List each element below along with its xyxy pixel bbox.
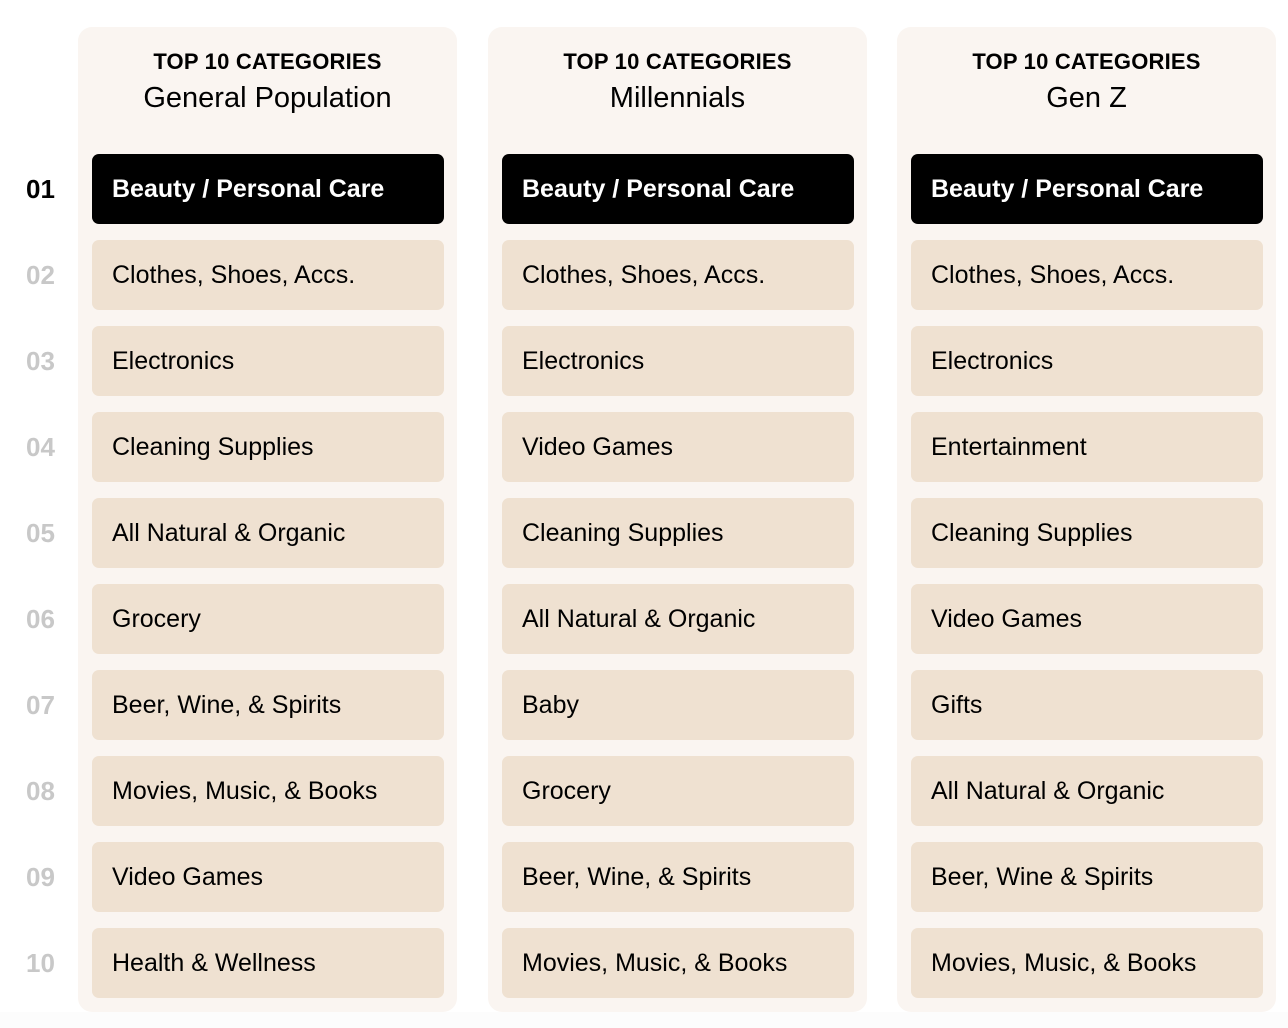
top-category-item: Beauty / Personal Care (502, 154, 854, 224)
panel-title: Millennials (609, 82, 746, 114)
panel-header: TOP 10 CATEGORIES General Population (78, 47, 457, 117)
rank-number: 02 (26, 260, 55, 290)
category-item: Beer, Wine, & Spirits (92, 670, 444, 740)
category-item: Cleaning Supplies (92, 412, 444, 482)
panel-title: Gen Z (1046, 82, 1127, 114)
category-item: Video Games (911, 584, 1263, 654)
panel-header: TOP 10 CATEGORIES Gen Z (897, 47, 1276, 117)
category-item: Electronics (92, 326, 444, 396)
rank-number: 05 (26, 518, 55, 548)
category-item: Beer, Wine & Spirits (911, 842, 1263, 912)
category-item: Baby (502, 670, 854, 740)
category-item: Health & Wellness (92, 928, 444, 998)
category-item: All Natural & Organic (502, 584, 854, 654)
rank-number: 01 (26, 174, 55, 204)
rank-number: 06 (26, 604, 55, 634)
category-item: Cleaning Supplies (911, 498, 1263, 568)
panel-gen-z: TOP 10 CATEGORIES Gen Z Beauty / Persona… (897, 27, 1276, 1012)
category-item: Entertainment (911, 412, 1263, 482)
category-item: Movies, Music, & Books (911, 928, 1263, 998)
category-item: Clothes, Shoes, Accs. (911, 240, 1263, 310)
rank-number: 03 (26, 346, 55, 376)
panel-kicker: TOP 10 CATEGORIES (153, 49, 382, 74)
rank-number: 09 (26, 862, 55, 892)
category-item: Gifts (911, 670, 1263, 740)
category-item: Video Games (502, 412, 854, 482)
category-item: Video Games (92, 842, 444, 912)
category-item: Beer, Wine, & Spirits (502, 842, 854, 912)
rank-number: 08 (26, 776, 55, 806)
panel-header: TOP 10 CATEGORIES Millennials (488, 47, 867, 117)
panel-title: General Population (143, 82, 392, 114)
category-item: Cleaning Supplies (502, 498, 854, 568)
rank-number: 10 (26, 948, 55, 978)
panel-general-population: TOP 10 CATEGORIES General Population Bea… (78, 27, 457, 1012)
category-item: All Natural & Organic (92, 498, 444, 568)
category-item: Grocery (502, 756, 854, 826)
top-category-item: Beauty / Personal Care (911, 154, 1263, 224)
category-item: Clothes, Shoes, Accs. (502, 240, 854, 310)
panel-kicker: TOP 10 CATEGORIES (563, 49, 792, 74)
category-item: All Natural & Organic (911, 756, 1263, 826)
panel-millennials: TOP 10 CATEGORIES Millennials Beauty / P… (488, 27, 867, 1012)
category-item: Movies, Music, & Books (502, 928, 854, 998)
panel-kicker: TOP 10 CATEGORIES (972, 49, 1201, 74)
category-item: Electronics (911, 326, 1263, 396)
category-item: Electronics (502, 326, 854, 396)
category-item: Clothes, Shoes, Accs. (92, 240, 444, 310)
page-bottom-band (0, 1012, 1288, 1028)
category-item: Grocery (92, 584, 444, 654)
top-category-item: Beauty / Personal Care (92, 154, 444, 224)
rank-number: 07 (26, 690, 55, 720)
rank-number: 04 (26, 432, 55, 462)
category-item: Movies, Music, & Books (92, 756, 444, 826)
